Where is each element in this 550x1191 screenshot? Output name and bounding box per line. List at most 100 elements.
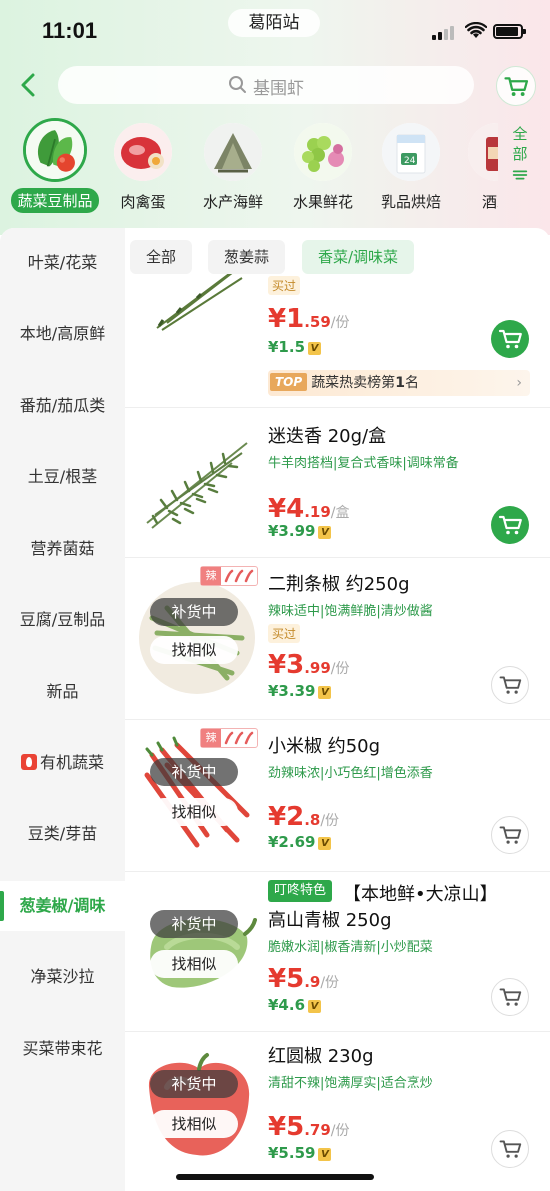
status-bar: 11:01 葛陌站 [0,0,550,62]
category-dairy[interactable]: 24 乳品烘焙 [366,118,456,212]
product-description: 辣味适中|饱满鲜脆|清炒做酱 [268,604,433,619]
category-label: 乳品烘焙 [380,193,441,211]
sidebar-item-leafy[interactable]: 叶菜/花菜 [0,238,125,288]
wifi-icon [465,22,487,38]
product-image [144,736,250,848]
find-similar-button[interactable]: 找相似 [150,950,238,978]
add-to-cart-button[interactable] [491,1130,529,1168]
member-price-value: ¥3.39 [268,682,316,700]
dairy-icon: 24 [382,123,440,181]
sidebar-item-organic[interactable]: 有机蔬菜 [0,738,125,788]
sidebar-item-label: 新品 [46,682,79,701]
add-to-cart-button[interactable] [491,816,529,854]
price-integer: ¥5 [268,1112,305,1142]
ranking-banner[interactable]: TOP 蔬菜热卖榜第1名 › [268,370,530,396]
product-image [146,442,248,529]
category-label: 水果鲜花 [292,193,353,211]
sidebar-item-flowers[interactable]: 买菜带束花 [0,1024,125,1074]
price-integer: ¥4 [268,494,305,524]
search-input[interactable]: 基围虾 [58,66,474,104]
member-price-value: ¥2.69 [268,833,316,851]
sidebar-item-label: 豆腐/豆制品 [19,610,106,629]
category-meat[interactable]: 肉禽蛋 [98,118,188,212]
product-description: 牛羊肉搭档|复合式香味|调味常备 [268,456,459,471]
price-unit: /份 [320,975,340,991]
clock: 11:01 [42,18,98,43]
back-arrow-icon[interactable] [14,70,44,100]
cart-icon [498,515,522,535]
product-card[interactable]: 补货中 找相似 红圆椒 230g 清甜不辣|饱满厚实|适合烹炒 ¥5.79/份 … [125,1032,550,1191]
restocking-label: 补货中 [150,1070,238,1098]
all-categories-button[interactable]: 全 部 [500,124,540,189]
product-card[interactable]: 补货中 找相似 叮咚特色 【本地鲜•大凉山】 高山青椒 250g 脆嫩水润|椒香… [125,872,550,1032]
chip-onion-ginger-garlic[interactable]: 葱姜蒜 [208,240,286,274]
price-decimal: .19 [304,503,331,521]
search-placeholder: 基围虾 [253,79,304,99]
spicy-label: 辣 [201,567,221,585]
add-to-cart-button[interactable] [491,320,529,358]
add-to-cart-button[interactable] [491,506,529,544]
category-seafood[interactable]: 水产海鲜 [188,118,278,212]
sidebar-item-beans[interactable]: 豆类/芽苗 [0,809,125,859]
product-card[interactable]: 辣 补货中 找相似 二荆条椒 约250g 辣味适中|饱满鲜脆|清炒做酱 买过 ¥… [125,558,550,720]
price-unit: /盒 [330,505,350,521]
chili-icon [224,569,254,583]
sidebar-item-salad[interactable]: 净菜沙拉 [0,952,125,1002]
sidebar-item-local[interactable]: 本地/高原鲜 [0,309,125,359]
product-card[interactable]: 迷迭香 20g/盒 牛羊肉搭档|复合式香味|调味常备 ¥4.19/盒 ¥3.99… [125,408,550,558]
category-label: 水产海鲜 [202,193,263,211]
vip-badge: V [318,1148,332,1161]
cart-icon [499,988,522,1006]
restocking-label: 补货中 [150,598,238,626]
chili-icon [224,731,254,745]
cart-button[interactable] [496,66,536,106]
category-row: 蔬菜豆制品 肉禽蛋 水产海鲜 水果鲜花 24 乳品烘焙 酒 [0,118,498,218]
price-decimal: .9 [304,973,321,991]
chip-all[interactable]: 全部 [130,240,193,274]
sidebar-item-new[interactable]: 新品 [0,667,125,717]
product-image [148,1053,250,1156]
product-name: 红圆椒 230g [268,1046,374,1067]
restocking-label: 补货中 [150,758,238,786]
home-indicator[interactable] [176,1174,374,1180]
price-decimal: .8 [304,811,321,829]
restocking-label: 补货中 [150,910,238,938]
sidebar-item-label: 营养菌菇 [30,539,95,558]
find-similar-button[interactable]: 找相似 [150,1110,238,1138]
sidebar-item-seasoning[interactable]: 葱姜椒/调味 [0,881,125,931]
feature-badge: 叮咚特色 [268,880,333,902]
category-vegetables[interactable]: 蔬菜豆制品 [10,118,100,213]
product-name: 二荆条椒 约250g [268,574,410,595]
product-image [156,268,243,331]
sidebar-item-tomato[interactable]: 番茄/茄瓜类 [0,381,125,431]
product-price: ¥5.79/份 [268,1112,349,1142]
find-similar-button[interactable]: 找相似 [150,636,238,664]
product-card[interactable]: 辣 补货中 找相似 小米椒 约50g 劲辣味浓|小巧色红|增色添香 ¥2.8/份… [125,720,550,872]
cart-icon [504,77,529,96]
sidebar-item-potato[interactable]: 土豆/根茎 [0,452,125,502]
chevron-right-icon: › [516,375,522,391]
category-fruit[interactable]: 水果鲜花 [278,118,368,212]
product-name-line1: 【本地鲜•大凉山】 [343,884,498,905]
rank-text: 蔬菜热卖榜第 [311,375,396,391]
bought-badge: 买过 [268,276,301,295]
sidebar-item-tofu[interactable]: 豆腐/豆制品 [0,595,125,645]
chip-herbs-seasoning[interactable]: 香菜/调味菜 [302,240,415,274]
add-to-cart-button[interactable] [491,978,529,1016]
subcategory-sidebar: 叶菜/花菜 本地/高原鲜 番茄/茄瓜类 土豆/根茎 营养菌菇 豆腐/豆制品 新品… [0,228,125,1191]
category-label: 蔬菜豆制品 [11,188,99,213]
rank-suffix: 名 [404,375,419,391]
product-card[interactable]: 买过 ¥1.59/份 ¥1.5 V TOP 蔬菜热卖榜第1名 › [125,268,550,408]
find-similar-button[interactable]: 找相似 [150,798,238,826]
sidebar-item-label: 番茄/茄瓜类 [19,396,106,415]
category-drinks[interactable]: 酒水 [452,118,498,212]
sidebar-item-label: 买菜带束花 [22,1039,103,1058]
vip-badge: V [318,686,332,699]
main-panel: 叶菜/花菜 本地/高原鲜 番茄/茄瓜类 土豆/根茎 营养菌菇 豆腐/豆制品 新品… [0,228,550,1191]
product-name: 迷迭香 20g/盒 [268,426,387,447]
add-to-cart-button[interactable] [491,666,529,704]
station-selector[interactable]: 葛陌站 [228,9,320,37]
sidebar-item-mushroom[interactable]: 营养菌菇 [0,524,125,574]
price-unit: /份 [330,315,350,331]
category-label: 酒水 [481,193,498,211]
